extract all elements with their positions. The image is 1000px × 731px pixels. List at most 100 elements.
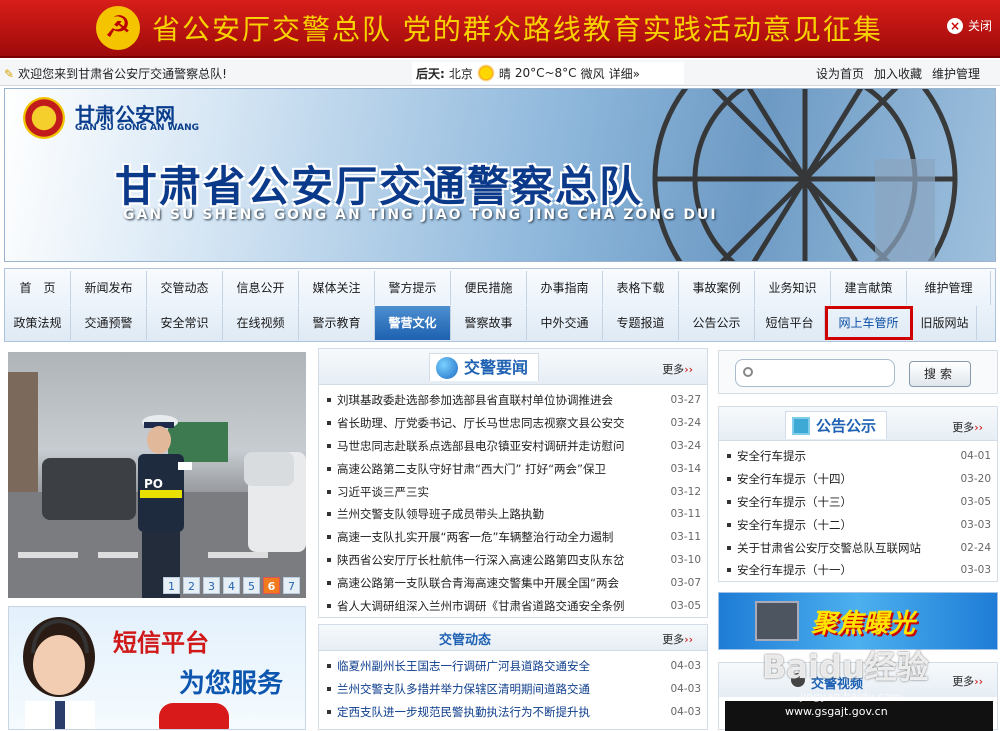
news-list: 刘琪基政委赴选部参加选部县省直联村单位协调推进会 03-27 省长助理、厅党委书记、… — [319, 385, 707, 617]
set-homepage-link[interactable]: 设为首页 — [816, 65, 864, 82]
list-item-title[interactable]: 陕西省公安厅厅长杜航伟一行深入高速公路第四支队东岔 — [337, 552, 663, 568]
bullet-icon — [327, 664, 331, 669]
traffic-officer-graphic: PO — [138, 415, 192, 598]
slide-page-button[interactable]: 3 — [203, 577, 220, 594]
nav-item[interactable]: 办事指南 — [527, 271, 603, 305]
sms-subline: 为您服务 — [179, 669, 284, 699]
cartoon-car-graphic — [159, 703, 229, 729]
panel-title-tab[interactable]: 公告公示 — [785, 411, 888, 439]
more-link[interactable]: 更多›› — [662, 631, 693, 647]
list-item-title[interactable]: 安全行车提示（十三） — [737, 494, 953, 510]
list-item-title[interactable]: 安全行车提示（十四） — [737, 471, 953, 487]
nav-item[interactable]: 事故案例 — [679, 271, 755, 305]
list-item-title[interactable]: 安全行车提示（十二） — [737, 517, 953, 533]
photo-slideshow[interactable]: PO 1234567 — [8, 352, 306, 598]
list-item-title[interactable]: 关于甘肃省公安厅交警总队互联网站 — [737, 540, 953, 556]
panel-title-tab[interactable]: 交警要闻 — [429, 353, 540, 381]
slide-page-button[interactable]: 5 — [243, 577, 260, 594]
search-input[interactable] — [735, 359, 895, 387]
slide-page-button[interactable]: 1 — [163, 577, 180, 594]
weather-widget: 后天: 北京 晴 20°C~8°C 微风 详细» — [412, 62, 684, 84]
nav-item[interactable]: 维护管理 — [907, 271, 991, 305]
nav-item[interactable]: 首 页 — [5, 271, 71, 305]
bullet-icon — [727, 477, 731, 482]
nav-item[interactable]: 警示教育 — [299, 306, 375, 340]
list-item-title[interactable]: 临夏州副州长王国志一行调研广河县道路交通安全 — [337, 658, 663, 674]
weather-city: 北京 — [448, 66, 473, 81]
nav-item[interactable]: 便民措施 — [451, 271, 527, 305]
add-favorite-link[interactable]: 加入收藏 — [874, 65, 922, 82]
nav-item[interactable]: 中外交通 — [527, 306, 603, 340]
top-banner[interactable]: ☭ 省公安厅交警总队 党的群众路线教育实践活动意见征集 × 关闭 — [0, 0, 1000, 58]
close-label: 关闭 — [967, 19, 992, 33]
nav-item[interactable]: 网上车管所 — [825, 306, 913, 340]
nav-item[interactable]: 新闻发布 — [71, 271, 147, 305]
maintenance-link[interactable]: 维护管理 — [932, 65, 980, 82]
close-banner-button[interactable]: × 关闭 — [946, 17, 992, 34]
slide-page-button[interactable]: 6 — [263, 577, 280, 594]
nav-item[interactable]: 公告公示 — [679, 306, 755, 340]
list-item-title[interactable]: 安全行车提示 — [737, 448, 953, 464]
nav-item[interactable]: 警营文化 — [375, 306, 451, 340]
nav-item[interactable]: 安全常识 — [147, 306, 223, 340]
more-link[interactable]: 更多›› — [952, 419, 983, 435]
bullet-icon — [727, 499, 731, 504]
nav-item[interactable]: 专题报道 — [603, 306, 679, 340]
nav-item[interactable]: 建言献策 — [831, 271, 907, 305]
list-item-title[interactable]: 兰州交警支队领导班子成员带头上路执勤 — [337, 506, 663, 522]
nav-item[interactable]: 警察故事 — [451, 306, 527, 340]
list-item-date: 03-11 — [670, 508, 701, 521]
panel-title[interactable]: 交管动态 — [439, 629, 491, 648]
site-name-en: GAN SU GONG AN WANG — [75, 123, 200, 133]
globe-icon — [436, 357, 458, 379]
list-item: 高速公路第二支队守好甘肃“西大门” 打好“两会”保卫 03-14 — [327, 457, 701, 480]
more-link[interactable]: 更多›› — [952, 673, 983, 689]
video-player[interactable]: www.gsgajt.gov.cn — [725, 701, 993, 731]
search-button[interactable]: 搜索 — [909, 361, 971, 387]
list-item: 高速公路第一支队联合青海高速交警集中开展全国“两会 03-07 — [327, 571, 701, 594]
bullet-icon — [727, 454, 731, 459]
list-item-title[interactable]: 定西支队进一步规范民警执勤执法行为不断提升执 — [337, 704, 663, 720]
list-item-title[interactable]: 刘琪基政委赴选部参加选部县省直联村单位协调推进会 — [337, 392, 663, 408]
hero-title: 甘肃省公安厅交通警察总队 — [115, 162, 644, 211]
list-item-date: 03-27 — [670, 394, 701, 407]
list-item-title[interactable]: 高速公路第一支队联合青海高速交警集中开展全国“两会 — [337, 575, 663, 591]
nav-item[interactable]: 政策法规 — [5, 306, 71, 340]
nav-item[interactable]: 交管动态 — [147, 271, 223, 305]
list-item-title[interactable]: 安全行车提示（十一） — [737, 562, 953, 578]
list-item-title[interactable]: 兰州交警支队多措并举力保辖区清明期间道路交通 — [337, 681, 663, 697]
nav-item[interactable]: 表格下载 — [603, 271, 679, 305]
slide-page-button[interactable]: 2 — [183, 577, 200, 594]
bullet-icon — [327, 709, 331, 714]
service-agent-graphic — [23, 617, 95, 729]
nav-item[interactable]: 媒体关注 — [299, 271, 375, 305]
nav-item[interactable]: 旧版网站 — [913, 306, 977, 340]
slide-page-button[interactable]: 7 — [283, 577, 300, 594]
list-item-title[interactable]: 省人大调研组深入兰州市调研《甘肃省道路交通安全条例 — [337, 598, 663, 614]
weather-detail-link[interactable]: 详细» — [609, 65, 640, 82]
nav-item[interactable]: 业务知识 — [755, 271, 831, 305]
list-item-title[interactable]: 马世忠同志赴联系点选部县电尕镇亚安村调研并走访慰问 — [337, 438, 663, 454]
nav-item[interactable]: 警方提示 — [375, 271, 451, 305]
police-badge-icon — [23, 97, 65, 139]
panel-header: 公告公示 更多›› — [719, 407, 997, 441]
bullet-icon — [327, 421, 331, 426]
list-item-title[interactable]: 高速一支队扎实开展“两客一危”车辆整治行动全力遏制 — [337, 529, 663, 545]
sms-service-banner[interactable]: 短信平台 为您服务 — [8, 606, 306, 730]
nav-item[interactable]: 交通预警 — [71, 306, 147, 340]
bullet-icon — [327, 398, 331, 403]
list-item-date: 03-24 — [670, 439, 701, 452]
list-item-date: 03-05 — [670, 599, 701, 612]
list-item-title[interactable]: 高速公路第二支队守好甘肃“西大门” 打好“两会”保卫 — [337, 461, 663, 477]
weather-temp: 20°C~8°C — [514, 66, 577, 80]
list-item-title[interactable]: 省长助理、厅党委书记、厅长马世忠同志视察文县公安交 — [337, 415, 663, 431]
more-link[interactable]: 更多›› — [662, 361, 693, 377]
nav-item[interactable]: 短信平台 — [755, 306, 825, 340]
panel-title: 交警要闻 — [464, 358, 529, 377]
list-item-date: 03-07 — [670, 576, 701, 589]
nav-item[interactable]: 在线视频 — [223, 306, 299, 340]
bullet-icon — [327, 603, 331, 608]
list-item-title[interactable]: 习近平谈三严三实 — [337, 484, 663, 500]
nav-item[interactable]: 信息公开 — [223, 271, 299, 305]
slide-page-button[interactable]: 4 — [223, 577, 240, 594]
